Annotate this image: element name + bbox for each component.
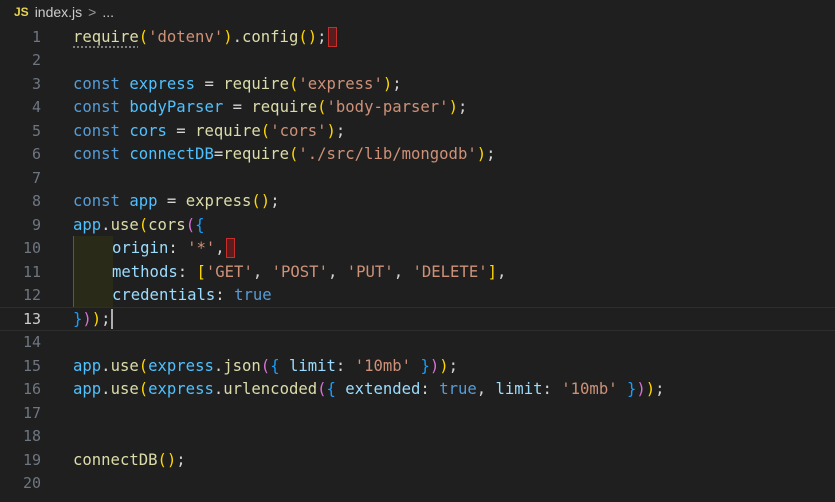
line-number: 3 xyxy=(31,74,41,93)
line-number: 4 xyxy=(31,98,41,117)
code-text[interactable]: origin: '*', xyxy=(112,237,235,261)
code-text[interactable]: app. use(express. json({ limit: '10mb' }))… xyxy=(73,354,458,378)
code-line[interactable]: 10 origin: '*', xyxy=(0,237,835,261)
line-number: 10 xyxy=(22,239,41,258)
line-number: 18 xyxy=(22,427,41,446)
line-number: 20 xyxy=(22,474,41,493)
error-marker xyxy=(225,238,235,259)
line-number: 17 xyxy=(22,403,41,422)
line-number: 9 xyxy=(31,215,41,234)
code-line[interactable]: 1 require('dotenv'). config(); xyxy=(0,25,835,49)
line-number: 19 xyxy=(22,450,41,469)
code-line[interactable]: 11 methods: ['GET', 'POST', 'PUT', 'DELE… xyxy=(0,260,835,284)
code-line[interactable]: 12 credentials: true xyxy=(0,284,835,308)
text-cursor xyxy=(110,308,113,329)
code-editor[interactable]: 1 require('dotenv'). config(); 2 3 const … xyxy=(0,24,835,502)
line-number: 6 xyxy=(31,145,41,164)
breadcrumb-ellipsis[interactable]: ... xyxy=(102,4,114,20)
breadcrumb: JS index.js > ... xyxy=(0,0,835,24)
line-number: 1 xyxy=(31,27,41,46)
line-number: 5 xyxy=(31,121,41,140)
line-number: 12 xyxy=(22,286,41,305)
code-line[interactable]: 14 xyxy=(0,331,835,355)
code-line[interactable]: 16 app. use(express. urlencoded({ extended… xyxy=(0,378,835,402)
error-marker xyxy=(327,26,337,47)
code-text[interactable]: const bodyParser = require('body-parser'… xyxy=(73,96,467,120)
code-line[interactable]: 4 const bodyParser = require('body-parse… xyxy=(0,96,835,120)
line-number: 7 xyxy=(31,168,41,187)
code-text[interactable]: })); xyxy=(73,308,113,330)
code-line-current[interactable]: 13 })); xyxy=(0,307,835,331)
code-line[interactable]: 15 app. use(express. json({ limit: '10mb' … xyxy=(0,354,835,378)
line-number: 15 xyxy=(22,356,41,375)
code-text[interactable]: const connectDB = require('./src/lib/mongo… xyxy=(73,143,496,167)
code-line[interactable]: 2 xyxy=(0,49,835,73)
code-text[interactable]: methods: ['GET', 'POST', 'PUT', 'DELETE'… xyxy=(112,260,506,284)
code-text[interactable]: require('dotenv'). config(); xyxy=(73,25,337,49)
code-line[interactable]: 18 xyxy=(0,425,835,449)
line-number: 11 xyxy=(22,262,41,281)
code-line[interactable]: 6 const connectDB = require('./src/lib/mon… xyxy=(0,143,835,167)
breadcrumb-filename[interactable]: index.js xyxy=(35,4,82,20)
line-number: 2 xyxy=(31,51,41,70)
code-text[interactable]: connectDB(); xyxy=(73,448,186,472)
code-line[interactable]: 3 const express = require('express'); xyxy=(0,72,835,96)
code-text[interactable]: const app = express(); xyxy=(73,190,280,214)
code-line[interactable]: 9 app. use(cors({ xyxy=(0,213,835,237)
line-number: 16 xyxy=(22,380,41,399)
line-number: 13 xyxy=(22,309,41,328)
code-line[interactable]: 19 connectDB(); xyxy=(0,448,835,472)
code-line[interactable]: 20 xyxy=(0,472,835,496)
code-line[interactable]: 17 xyxy=(0,401,835,425)
code-line[interactable]: 5 const cors = require('cors'); xyxy=(0,119,835,143)
code-text[interactable]: const cors = require('cors'); xyxy=(73,119,345,143)
javascript-file-icon: JS xyxy=(14,5,29,19)
chevron-right-icon: > xyxy=(88,4,97,20)
line-number: 14 xyxy=(22,333,41,352)
code-text[interactable]: credentials: true xyxy=(112,284,272,308)
code-text[interactable]: app. use(express. urlencoded({ extended: t… xyxy=(73,378,665,402)
code-text[interactable]: const express = require('express'); xyxy=(73,72,402,96)
code-line[interactable]: 7 xyxy=(0,166,835,190)
code-line[interactable]: 8 const app = express(); xyxy=(0,190,835,214)
line-number: 8 xyxy=(31,192,41,211)
code-text[interactable]: app. use(cors({ xyxy=(73,213,204,237)
